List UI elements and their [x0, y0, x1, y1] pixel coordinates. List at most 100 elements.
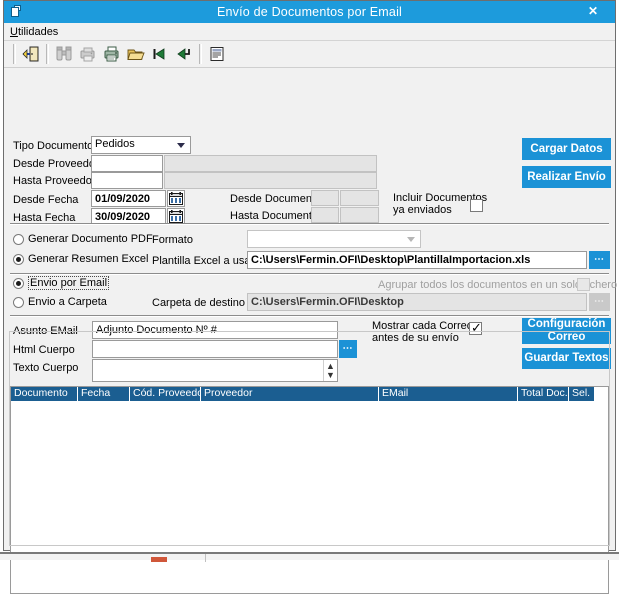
exit-door-icon[interactable]: [19, 43, 43, 65]
generar-pdf-label: Generar Documento PDF: [28, 233, 153, 245]
desde-documento-label: Desde Documento: [230, 193, 322, 205]
hasta-documento-serie[interactable]: [311, 207, 339, 223]
grid-column-email[interactable]: EMail: [379, 387, 518, 401]
mostrar-correo-label: Mostrar cada Correo antes de su envío: [372, 320, 473, 344]
radio-indicator: [13, 253, 24, 265]
hasta-proveedor-input[interactable]: [91, 172, 163, 189]
menu-item-utilidades-accel: U: [10, 25, 18, 38]
section-divider-3: [10, 315, 609, 317]
tipo-documento-value: Pedidos: [95, 138, 135, 150]
asunto-input[interactable]: Adjunto Documento Nº #: [92, 321, 338, 339]
binoculars-search-icon: [52, 43, 76, 65]
mostrar-correo-checkbox[interactable]: ✓: [469, 320, 482, 335]
desde-proveedor-name: [164, 155, 377, 172]
html-cuerpo-input[interactable]: [92, 340, 338, 358]
carpeta-browse-button: ⋯: [589, 293, 610, 311]
radio-indicator: [13, 277, 24, 289]
incluir-enviados-label-line2: ya enviados: [393, 204, 452, 216]
incluir-enviados-checkbox[interactable]: [470, 199, 483, 212]
configuracion-correo-line2: Correo: [547, 331, 586, 343]
desde-documento-serie[interactable]: [311, 190, 339, 206]
formato-label: Formato: [152, 234, 193, 246]
desde-fecha-input[interactable]: 01/09/2020: [91, 190, 166, 207]
toolbar-separator: [13, 44, 16, 64]
first-record-icon[interactable]: [148, 43, 172, 65]
section-divider-2: [10, 273, 609, 275]
plantilla-input[interactable]: C:\Users\Fermin.OFI\Desktop\PlantillaImp…: [247, 251, 587, 269]
tipo-documento-select[interactable]: Pedidos: [91, 136, 191, 154]
envio-carpeta-label: Envio a Carpeta: [28, 296, 107, 308]
toolbar-separator: [46, 44, 49, 64]
hasta-documento-label: Hasta Documento: [230, 210, 319, 222]
calendar-icon-desde-fecha[interactable]: [167, 190, 185, 207]
envio-email-label: Envio por Email: [28, 276, 110, 290]
generar-excel-label: Generar Resumen Excel: [28, 253, 149, 265]
grid-column-cod-proveedor[interactable]: Cód. Proveedor: [130, 387, 201, 401]
agrupar-checkbox: [577, 278, 590, 291]
grid-column-fecha[interactable]: Fecha: [78, 387, 130, 401]
form-body: Tipo Documento Pedidos Desde Proveedor H…: [4, 68, 617, 594]
formato-select[interactable]: [247, 230, 421, 248]
document-window-icon: [8, 4, 24, 20]
html-cuerpo-browse-button[interactable]: ⋯: [339, 340, 357, 358]
hasta-proveedor-label: Hasta Proveedor: [13, 175, 96, 187]
texto-cuerpo-textarea[interactable]: ▲ ▼: [92, 359, 338, 382]
tipo-documento-label: Tipo Documento: [13, 140, 94, 152]
hasta-documento-numero[interactable]: [340, 207, 379, 223]
carpeta-destino-label: Carpeta de destino: [152, 297, 245, 309]
check-icon: ✓: [471, 320, 482, 335]
desde-documento-numero[interactable]: [340, 190, 379, 206]
realizar-envio-button[interactable]: Realizar Envío: [522, 166, 611, 188]
texto-cuerpo-scrollbar[interactable]: ▲ ▼: [323, 360, 337, 381]
report-document-icon[interactable]: [205, 43, 229, 65]
close-button[interactable]: ✕: [571, 1, 615, 22]
open-folder-icon[interactable]: [124, 43, 148, 65]
radio-indicator: [13, 296, 24, 308]
generar-pdf-radio[interactable]: Generar Documento PDF: [13, 233, 153, 245]
menu-bar: Utilidades: [4, 23, 615, 41]
grid-column-total-doc[interactable]: Total Doc.: [518, 387, 569, 401]
grid-column-documento[interactable]: Documento: [11, 387, 78, 401]
carpeta-destino-input: C:\Users\Fermin.OFI\Desktop: [247, 293, 587, 311]
section-divider-1: [10, 223, 609, 225]
texto-cuerpo-label: Texto Cuerpo: [13, 362, 79, 374]
mostrar-correo-label-line1: Mostrar cada Correo: [372, 320, 473, 332]
print-icon[interactable]: [100, 43, 124, 65]
radio-indicator: [13, 233, 24, 245]
asunto-label: Asunto EMail: [13, 325, 78, 337]
documents-grid[interactable]: Documento Fecha Cód. Proveedor Proveedor…: [10, 386, 609, 594]
title-bar: Envío de Documentos por Email ✕: [4, 1, 615, 23]
menu-item-utilidades[interactable]: Utilidades: [4, 25, 64, 39]
cargar-datos-button[interactable]: Cargar Datos: [522, 138, 611, 160]
toolbar: [4, 41, 615, 68]
menu-item-utilidades-label: tilidades: [17, 25, 59, 38]
generar-excel-radio[interactable]: Generar Resumen Excel: [13, 253, 148, 265]
grid-body[interactable]: [12, 403, 607, 592]
window-title: Envío de Documentos por Email: [216, 5, 403, 19]
mostrar-correo-label-line2: antes de su envío: [372, 332, 459, 344]
configuracion-correo-line1: Configuración: [527, 318, 606, 330]
configuracion-correo-button[interactable]: Configuración Correo: [522, 318, 611, 344]
taskbar-sliver: [0, 552, 619, 562]
application-window: Envío de Documentos por Email ✕ Utilidad…: [3, 0, 617, 594]
chevron-down-icon: [177, 143, 185, 148]
grid-column-sel[interactable]: Sel.: [569, 387, 595, 401]
hasta-proveedor-name: [164, 172, 377, 189]
printer-preview-icon: [76, 43, 100, 65]
guardar-textos-button[interactable]: Guardar Textos: [522, 348, 611, 369]
html-cuerpo-label: Html Cuerpo: [13, 344, 75, 356]
desde-fecha-label: Desde Fecha: [13, 194, 79, 206]
previous-record-icon[interactable]: [172, 43, 196, 65]
toolbar-separator: [199, 44, 202, 64]
chevron-down-icon: [407, 237, 415, 242]
plantilla-browse-button[interactable]: ⋯: [589, 251, 610, 269]
grid-column-proveedor[interactable]: Proveedor: [201, 387, 379, 401]
plantilla-label: Plantilla Excel a usar: [152, 255, 255, 267]
grid-header-row: Documento Fecha Cód. Proveedor Proveedor…: [11, 387, 608, 401]
taskbar-divider: [205, 554, 206, 562]
scroll-down-icon[interactable]: ▼: [326, 371, 335, 380]
envio-carpeta-radio[interactable]: Envio a Carpeta: [13, 296, 107, 308]
envio-email-radio[interactable]: Envio por Email: [13, 276, 110, 290]
desde-proveedor-input[interactable]: [91, 155, 163, 172]
desde-proveedor-label: Desde Proveedor: [13, 158, 99, 170]
